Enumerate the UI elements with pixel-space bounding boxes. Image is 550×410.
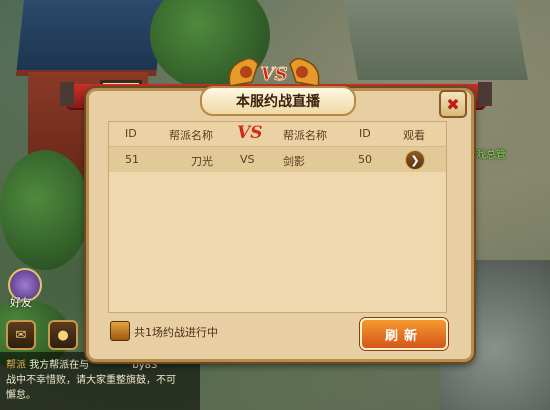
table-row: 51 刀光 VS 剑影 50 ❯ (109, 147, 446, 172)
chat-line: 懈怠。 (6, 390, 36, 401)
battle-list-panel: ID 帮派名称 VS 帮派名称 ID 观看 51 刀光 VS 剑影 50 ❯ (108, 121, 447, 313)
chat-channel: 帮派 (6, 360, 26, 371)
dialog-title: 本服约战直播 (200, 86, 356, 116)
tree (0, 150, 90, 270)
header-guild-left: 帮派名称 (169, 129, 213, 142)
battle-count-text: 共1场约战进行中 (134, 326, 218, 339)
chat-text: 我方帮派在与 (29, 360, 90, 371)
chat-line: 战中不幸惜败，请大家重整旗鼓，不可 (6, 375, 176, 386)
voice-button[interactable]: ● (48, 320, 78, 350)
chat-bubble-button[interactable]: ✉ (6, 320, 36, 350)
friend-label[interactable]: 好友 (10, 294, 32, 310)
cell-id-right: 50 (358, 153, 372, 166)
refresh-button[interactable]: 刷新 (360, 318, 448, 350)
distant-rooftop (342, 0, 528, 80)
watch-button[interactable]: ❯ (405, 150, 425, 170)
cell-guild-right: 剑影 (283, 155, 305, 168)
temple-roof (16, 0, 164, 76)
chat-bubble-icon: ✉ (15, 327, 27, 343)
chevron-right-icon: ❯ (410, 153, 420, 167)
header-watch: 观看 (403, 129, 425, 142)
battle-flag-icon (110, 321, 130, 341)
header-guild-right: 帮派名称 (283, 129, 327, 142)
cell-vs: VS (240, 153, 255, 166)
header-id-right: ID (359, 127, 371, 140)
header-id-left: ID (125, 127, 137, 140)
cell-id-left: 51 (125, 153, 139, 166)
vs-emblem-text: VS (261, 64, 288, 85)
table-header: ID 帮派名称 VS 帮派名称 ID 观看 (109, 122, 446, 147)
microphone-icon: ● (57, 327, 69, 343)
close-button[interactable]: ✖ (439, 90, 467, 118)
header-vs: VS (237, 123, 263, 143)
cell-guild-left: 刀光 (191, 155, 213, 168)
close-icon: ✖ (446, 94, 460, 114)
